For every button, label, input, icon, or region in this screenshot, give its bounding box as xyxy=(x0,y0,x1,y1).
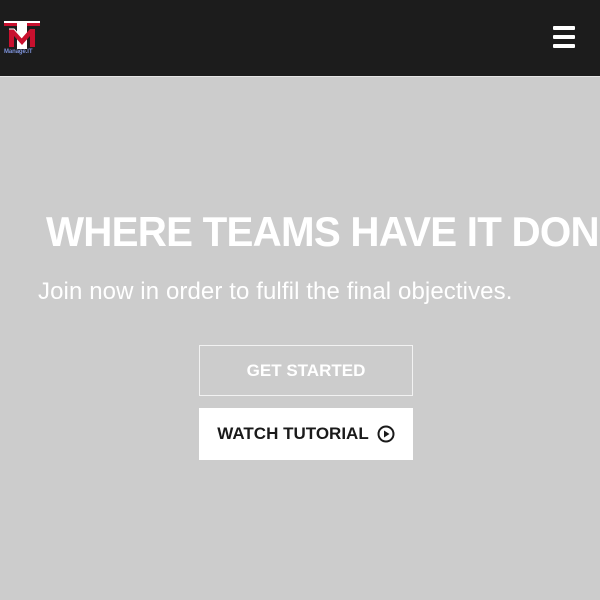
menu-bar xyxy=(553,44,575,48)
brand-logo-text: Manage.IT xyxy=(4,49,33,55)
brand-logo-icon xyxy=(4,21,40,49)
hero-subtitle: Join now in order to fulfil the final ob… xyxy=(38,278,513,305)
get-started-button[interactable]: GET STARTED xyxy=(199,345,413,396)
watch-tutorial-label: WATCH TUTORIAL xyxy=(217,424,369,443)
play-circle-icon xyxy=(377,425,395,443)
watch-tutorial-button[interactable]: WATCH TUTORIAL xyxy=(199,408,413,460)
hero-title: WHERE TEAMS HAVE IT DONE xyxy=(46,208,600,255)
menu-bar xyxy=(553,35,575,39)
menu-bar xyxy=(553,26,575,30)
hamburger-menu-icon[interactable] xyxy=(551,23,577,51)
top-navbar: Manage.IT xyxy=(0,0,600,77)
